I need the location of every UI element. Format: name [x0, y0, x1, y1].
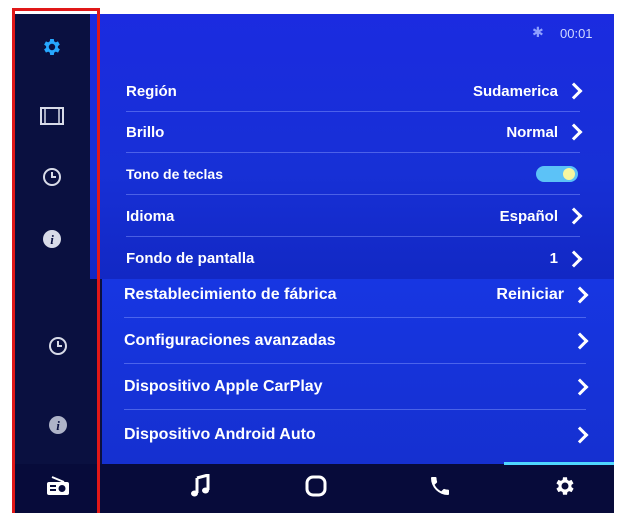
sidebar-item-info[interactable]: i [14, 219, 90, 259]
setting-value: Reiniciar [496, 285, 564, 303]
nav-radio-button[interactable] [14, 464, 102, 513]
chevron-right-icon [571, 332, 589, 349]
nav-settings-button[interactable] [541, 466, 589, 510]
setting-row-brightness[interactable]: Brillo Normal [126, 112, 583, 153]
nav-music-button[interactable] [176, 466, 224, 510]
chevron-right-icon [571, 426, 589, 444]
clock-icon [48, 336, 68, 356]
setting-label: Dispositivo Android Auto [124, 426, 316, 443]
film-icon [40, 107, 64, 125]
nav-phone-button[interactable] [416, 466, 464, 510]
svg-text:i: i [50, 232, 54, 247]
setting-label: Restablecimiento de fábrica [124, 285, 337, 303]
setting-value: 1 [549, 250, 558, 267]
bluetooth-icon: ✱ [532, 24, 544, 40]
sidebar-item-info-2[interactable]: i [14, 405, 102, 445]
status-time: 00:01 [560, 26, 593, 41]
setting-label: Idioma [126, 207, 175, 225]
svg-text:i: i [56, 418, 60, 433]
gear-icon [553, 474, 577, 503]
sidebar-item-clock-2[interactable] [14, 326, 102, 366]
chevron-right-icon [571, 378, 589, 395]
sidebar-lower: i [14, 279, 102, 464]
setting-row-region[interactable]: Región Sudamerica [126, 71, 583, 112]
chevron-right-icon [571, 286, 589, 303]
sidebar-item-clock[interactable] [14, 157, 90, 197]
toggle-knob [563, 168, 575, 180]
setting-label: Configuraciones avanzadas [124, 331, 336, 349]
setting-row-language[interactable]: Idioma Español [126, 196, 583, 237]
nav-home-button[interactable] [292, 466, 340, 510]
setting-row-key-tone: Tono de teclas [126, 154, 580, 195]
setting-label: Brillo [126, 123, 165, 141]
setting-value: Sudamerica [472, 82, 558, 100]
gear-icon [41, 36, 63, 58]
setting-row-advanced[interactable]: Configuraciones avanzadas [124, 318, 589, 364]
sidebar: i [14, 14, 90, 279]
info-icon: i [48, 415, 68, 435]
setting-row-carplay[interactable]: Dispositivo Apple CarPlay [124, 364, 589, 410]
setting-label: Tono de teclas [126, 166, 223, 182]
setting-label: Dispositivo Apple CarPlay [124, 377, 323, 395]
key-tone-toggle[interactable] [536, 166, 578, 182]
phone-icon [428, 474, 452, 503]
setting-value: Normal [506, 123, 558, 141]
clock-icon [42, 167, 62, 187]
chevron-right-icon [565, 123, 583, 141]
home-icon [305, 475, 327, 502]
setting-label: Región [126, 82, 177, 100]
setting-row-android-auto[interactable]: Dispositivo Android Auto [124, 412, 589, 458]
music-note-icon [190, 472, 210, 503]
info-icon: i [42, 229, 62, 249]
radio-icon [46, 476, 70, 501]
setting-row-factory-reset[interactable]: Restablecimiento de fábrica Reiniciar [124, 272, 589, 318]
sidebar-item-video[interactable] [14, 96, 90, 136]
setting-value: Español [499, 207, 558, 225]
chevron-right-icon [565, 207, 583, 225]
sidebar-item-settings[interactable] [14, 27, 90, 67]
setting-label: Fondo de pantalla [126, 250, 255, 267]
active-tab-indicator [504, 462, 614, 465]
chevron-right-icon [565, 82, 583, 100]
chevron-right-icon [565, 250, 583, 267]
